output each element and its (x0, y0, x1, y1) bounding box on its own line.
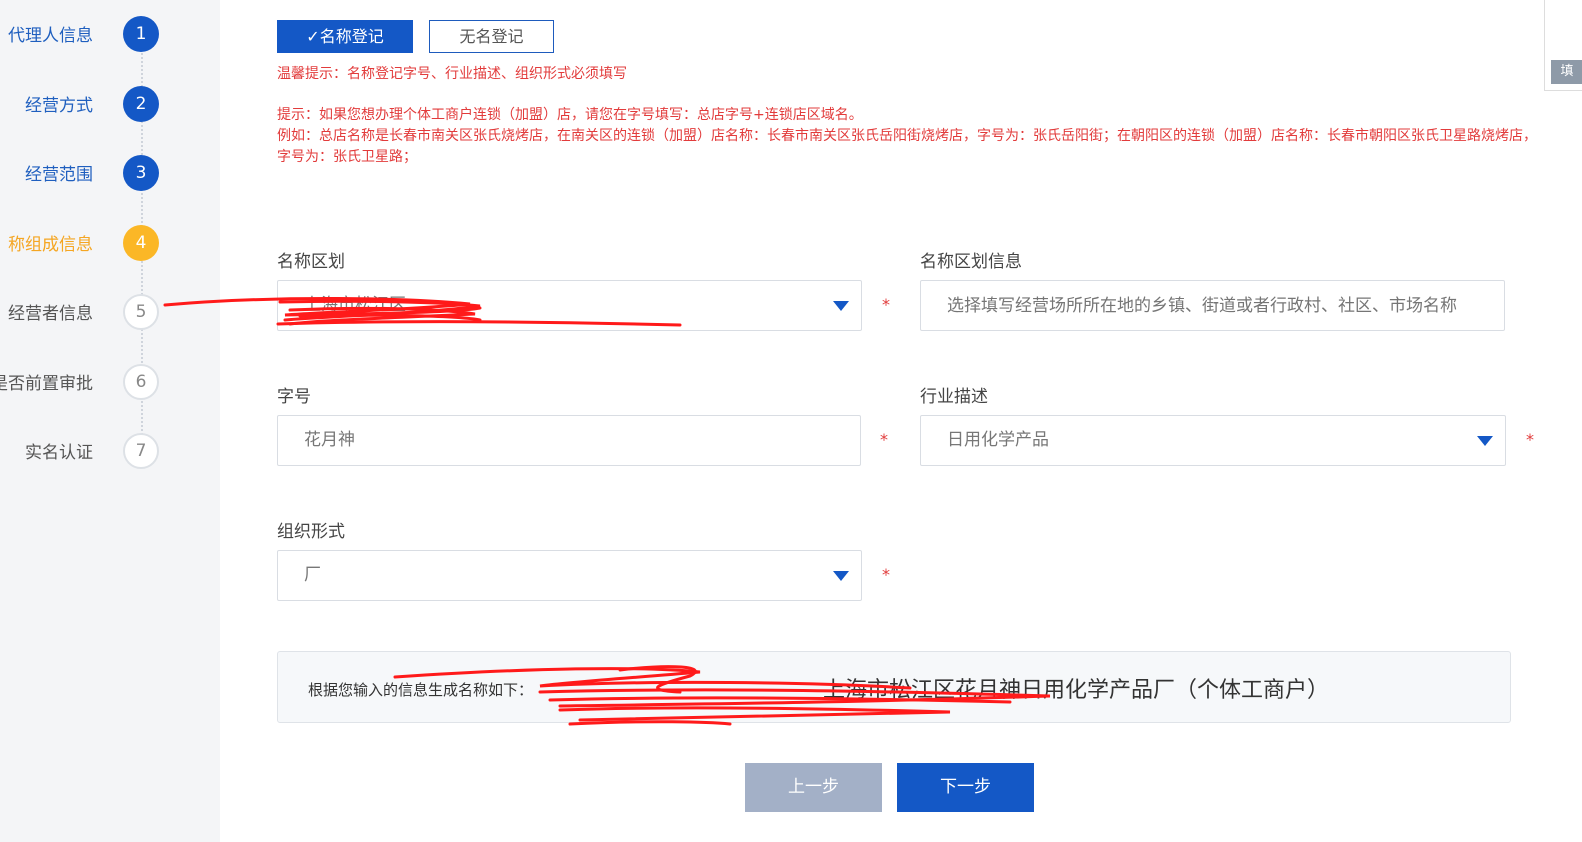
generated-name-box: 根据您输入的信息生成名称如下： 上海市松江区花月神日用化学产品厂（个体工商户） (277, 651, 1511, 723)
required-mark: * (1526, 430, 1534, 449)
region-select[interactable]: 上海市松江区 (277, 280, 862, 331)
region-info-label: 名称区划信息 (920, 252, 1022, 272)
step-number: 7 (123, 433, 159, 469)
region-info-input[interactable] (920, 280, 1505, 331)
warm-tip: 温馨提示：名称登记字号、行业描述、组织形式必须填写 (277, 66, 627, 82)
step-number: 2 (123, 86, 159, 122)
chain-store-tip: 提示：如果您想办理个体工商户连锁（加盟）店，请您在字号填写：总店字号+连锁店区域… (277, 105, 1539, 168)
chain-tip-line: 提示：如果您想办理个体工商户连锁（加盟）店，请您在字号填写：总店字号+连锁店区域… (277, 107, 863, 123)
generated-name-value: 上海市松江区花月神日用化学产品厂（个体工商户） (823, 678, 1330, 703)
step-business-mode[interactable]: 经营方式 2 (0, 86, 220, 126)
trade-name-label: 字号 (277, 387, 311, 407)
step-operator-info[interactable]: 经营者信息 5 (0, 294, 220, 334)
industry-value: 日用化学产品 (947, 430, 1049, 450)
next-step-button[interactable]: 下一步 (897, 763, 1034, 812)
generated-name-label: 根据您输入的信息生成名称如下： (308, 681, 534, 699)
org-form-label: 组织形式 (277, 522, 345, 542)
chevron-down-icon (1477, 436, 1493, 446)
org-form-select[interactable]: 厂 (277, 550, 862, 601)
industry-select[interactable]: 日用化学产品 (920, 415, 1506, 466)
industry-label: 行业描述 (920, 387, 988, 407)
step-real-name-auth[interactable]: 实名认证 7 (0, 433, 220, 473)
step-business-scope[interactable]: 经营范围 3 (0, 155, 220, 195)
side-panel-fragment: 填 (1544, 0, 1582, 91)
org-form-value: 厂 (304, 565, 321, 585)
step-label: 称组成信息 (8, 235, 93, 255)
trade-name-value: 花月神 (304, 430, 355, 450)
named-registration-toggle[interactable]: ✓名称登记 (277, 20, 413, 53)
required-mark: * (882, 565, 890, 584)
step-label: 是否前置审批 (0, 374, 93, 394)
required-mark: * (880, 430, 888, 449)
prev-step-button[interactable]: 上一步 (745, 763, 882, 812)
step-label: 经营方式 (25, 96, 93, 116)
step-sidebar: 代理人信息 1 经营方式 2 经营范围 3 称组成信息 4 经营者信息 5 是否… (0, 0, 220, 842)
step-number: 3 (123, 155, 159, 191)
region-label: 名称区划 (277, 252, 345, 272)
chevron-down-icon (833, 571, 849, 581)
step-number: 1 (123, 16, 159, 52)
required-mark: * (882, 295, 890, 314)
step-label: 经营范围 (25, 165, 93, 185)
step-number: 4 (123, 225, 159, 261)
step-label: 代理人信息 (8, 26, 93, 46)
step-label: 经营者信息 (8, 304, 93, 324)
side-panel-tab[interactable]: 填 (1551, 60, 1582, 84)
chain-example-line: 例如：总店名称是长春市南关区张氏烧烤店，在南关区的连锁（加盟）店名称：长春市南关… (277, 128, 1537, 165)
step-pre-approval[interactable]: 是否前置审批 6 (0, 364, 220, 404)
trade-name-input[interactable]: 花月神 (277, 415, 861, 466)
step-number: 6 (123, 364, 159, 400)
step-number: 5 (123, 294, 159, 330)
chevron-down-icon (833, 301, 849, 311)
unnamed-registration-toggle[interactable]: 无名登记 (429, 20, 554, 53)
step-agent-info[interactable]: 代理人信息 1 (0, 16, 220, 56)
step-name-composition[interactable]: 称组成信息 4 (0, 225, 220, 265)
step-label: 实名认证 (25, 443, 93, 463)
region-value: 上海市松江区 (304, 295, 406, 315)
